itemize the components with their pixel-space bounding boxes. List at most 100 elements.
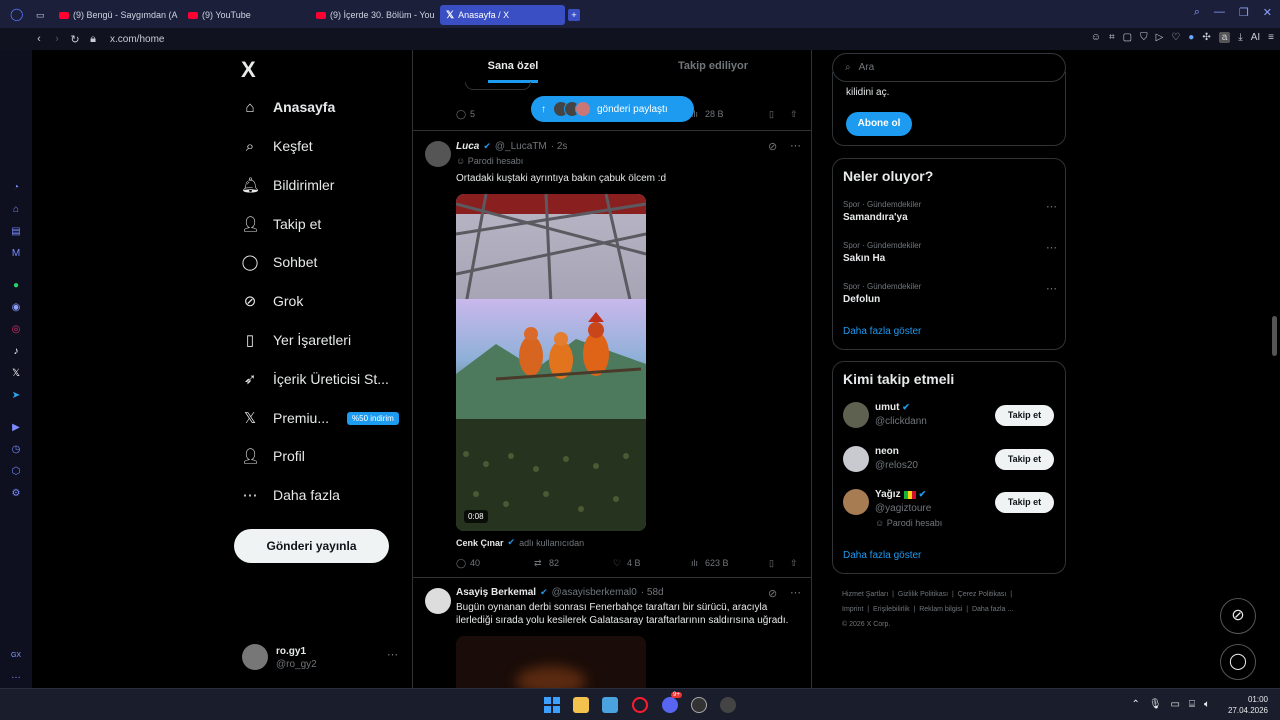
- trends-show-more[interactable]: Daha fazla göster: [843, 326, 921, 337]
- follow-suggestion[interactable]: Yağız ✔ @yagiztoure ☺ Parodi hesabı Taki…: [833, 489, 1065, 539]
- download-icon[interactable]: ⤓: [1238, 32, 1242, 43]
- x-logo[interactable]: X: [241, 57, 256, 83]
- tweet-video[interactable]: 0:08: [456, 194, 646, 531]
- tab-overview-icon[interactable]: ▭: [36, 5, 50, 25]
- tweet[interactable]: Luca ✔ @_LucaTM · 2s ⊘ ⋯ ☺ Parodi hesabı…: [413, 130, 811, 577]
- account-switcher[interactable]: ro.gy1 @ro_gy2 ⋯: [242, 644, 402, 674]
- avatar[interactable]: [425, 588, 451, 614]
- trend-item[interactable]: Spor · Gündemdekiler Sakın Ha ⋯: [843, 241, 1057, 264]
- tweet-author-name[interactable]: Asayiş Berkemal: [456, 587, 536, 598]
- video-credit[interactable]: Cenk Çınar ✔ adlı kullanıcıdan: [456, 537, 584, 548]
- url-field[interactable]: x.com/home: [110, 34, 164, 45]
- nav-follow[interactable]: 👤︎ Takip et: [241, 212, 321, 236]
- whatsapp-icon[interactable]: ●: [10, 280, 22, 292]
- reply-icon[interactable]: ◯: [456, 558, 466, 569]
- more-icon[interactable]: ⋯: [387, 648, 398, 661]
- more-icon[interactable]: ⋯: [790, 139, 801, 152]
- mail-icon[interactable]: M: [10, 248, 22, 260]
- shield-icon[interactable]: ⛉: [1140, 32, 1148, 43]
- nav-notifications[interactable]: 🔔︎ Bildirimler: [241, 173, 334, 197]
- footer-link[interactable]: Erişilebilirlik: [873, 606, 910, 613]
- tab-x-home[interactable]: 𝕏 Anasayfa / X: [440, 5, 565, 25]
- more-icon[interactable]: ⋯: [1046, 241, 1057, 254]
- share-icon[interactable]: ⇧: [790, 558, 798, 569]
- clock[interactable]: 01:00 27.04.2026: [1228, 694, 1268, 716]
- tweet-time[interactable]: · 58d: [641, 587, 664, 598]
- footer-link[interactable]: Gizlilik Politikası: [898, 591, 948, 598]
- tweet-author-name[interactable]: Luca: [456, 141, 479, 152]
- bookmark-icon[interactable]: ▯: [769, 109, 774, 120]
- chat-float-button[interactable]: ◯: [1220, 644, 1256, 680]
- search-icon[interactable]: ⌕: [1194, 6, 1200, 19]
- aria-ai-button[interactable]: AI: [1251, 32, 1260, 43]
- footer-link[interactable]: Çerez Politikası: [958, 591, 1007, 598]
- control-panel-icon[interactable]: [602, 697, 618, 713]
- forward-icon[interactable]: ›: [48, 33, 66, 45]
- subscribe-button[interactable]: Abone ol: [846, 112, 912, 136]
- cube-icon[interactable]: ⬡: [10, 466, 22, 478]
- nav-grok[interactable]: ⊘ Grok: [241, 289, 304, 313]
- grok-icon[interactable]: ⊘: [768, 140, 777, 153]
- vpn-icon[interactable]: ●: [1188, 32, 1194, 43]
- tweet-time[interactable]: · 2s: [551, 141, 568, 152]
- tweet-media[interactable]: [456, 636, 646, 688]
- tiktok-icon[interactable]: ♪: [10, 346, 22, 358]
- footer-link[interactable]: Imprint: [842, 606, 863, 613]
- new-posts-pill[interactable]: ↑ gönderi paylaştı: [531, 96, 694, 122]
- tweet[interactable]: Asayiş Berkemal ✔ @asayisberkemal0 · 58d…: [413, 577, 811, 688]
- avatar[interactable]: [425, 141, 451, 167]
- repost-icon[interactable]: ⇄: [534, 558, 542, 569]
- restore-icon[interactable]: ❐: [1239, 6, 1249, 19]
- gx-label[interactable]: GX: [10, 650, 22, 662]
- app-icon[interactable]: [691, 697, 707, 713]
- post-button[interactable]: Gönderi yayınla: [234, 529, 389, 563]
- network-icon[interactable]: ⌸: [1189, 699, 1195, 710]
- opera-logo-icon[interactable]: ◯: [10, 8, 23, 20]
- settings-icon[interactable]: ⚙: [10, 488, 22, 500]
- nav-chat[interactable]: ◯ Sohbet: [241, 250, 318, 274]
- bag-icon[interactable]: ⌂: [10, 204, 22, 216]
- discord-icon[interactable]: ◉: [10, 302, 22, 314]
- tab-icerde[interactable]: (9) İçerde 30. Bölüm - You: [316, 5, 434, 25]
- nav-home[interactable]: ⌂ Anasayfa: [241, 95, 335, 119]
- notes-icon[interactable]: ▤: [10, 226, 22, 238]
- grok-float-button[interactable]: ⊘: [1220, 598, 1256, 634]
- x-icon[interactable]: 𝕏: [10, 368, 22, 380]
- tab-bengu[interactable]: (9) Bengü - Saygımdan (A: [59, 5, 181, 25]
- follow-button[interactable]: Takip et: [995, 492, 1054, 513]
- bookmark-icon[interactable]: ▯: [769, 558, 774, 569]
- extension-a-icon[interactable]: a: [1218, 32, 1231, 43]
- tweet-handle[interactable]: @asayisberkemal0: [552, 587, 637, 598]
- player-icon[interactable]: ▶: [10, 422, 22, 434]
- microphone-icon[interactable]: 🎙︎: [1149, 699, 1162, 710]
- follow-suggestion[interactable]: umut ✔ @clickdann Takip et: [833, 402, 1065, 438]
- instagram-icon[interactable]: ◎: [10, 324, 22, 336]
- steam-icon[interactable]: [720, 697, 736, 713]
- reply-icon[interactable]: ◯: [456, 109, 466, 120]
- trend-item[interactable]: Spor · Gündemdekiler Samandıra'ya ⋯: [843, 200, 1057, 223]
- display-icon[interactable]: ▭: [1171, 699, 1180, 710]
- tweet-handle[interactable]: @_LucaTM: [495, 141, 547, 152]
- tab-youtube[interactable]: (9) YouTube: [188, 5, 308, 25]
- volume-icon[interactable]: 🔈︎: [1204, 699, 1210, 710]
- more-icon[interactable]: ⋯: [1046, 200, 1057, 213]
- telegram-icon[interactable]: ➤: [10, 390, 22, 402]
- views-icon[interactable]: ılı: [691, 558, 698, 568]
- history-icon[interactable]: ◔: [10, 182, 22, 194]
- follow-button[interactable]: Takip et: [995, 449, 1054, 470]
- follow-button[interactable]: Takip et: [995, 405, 1054, 426]
- menu-icon[interactable]: ≡: [1268, 32, 1274, 43]
- scrollbar-thumb[interactable]: [1272, 316, 1277, 356]
- more-icon[interactable]: …: [10, 670, 22, 682]
- nav-more[interactable]: ⋯ Daha fazla: [241, 483, 340, 507]
- scrollbar[interactable]: [1272, 60, 1277, 680]
- file-explorer-icon[interactable]: [573, 697, 589, 713]
- back-icon[interactable]: ‹: [30, 33, 48, 45]
- play-icon[interactable]: ▷: [1156, 32, 1164, 43]
- more-icon[interactable]: ⋯: [1046, 282, 1057, 295]
- puzzle-icon[interactable]: ✣: [1202, 32, 1210, 43]
- footer-link[interactable]: Daha fazla ...: [972, 606, 1013, 613]
- tab-following[interactable]: Takip ediliyor: [613, 50, 811, 82]
- nav-bookmarks[interactable]: ▯ Yer İşaretleri: [241, 328, 351, 352]
- heart-icon[interactable]: ♡: [1171, 32, 1180, 43]
